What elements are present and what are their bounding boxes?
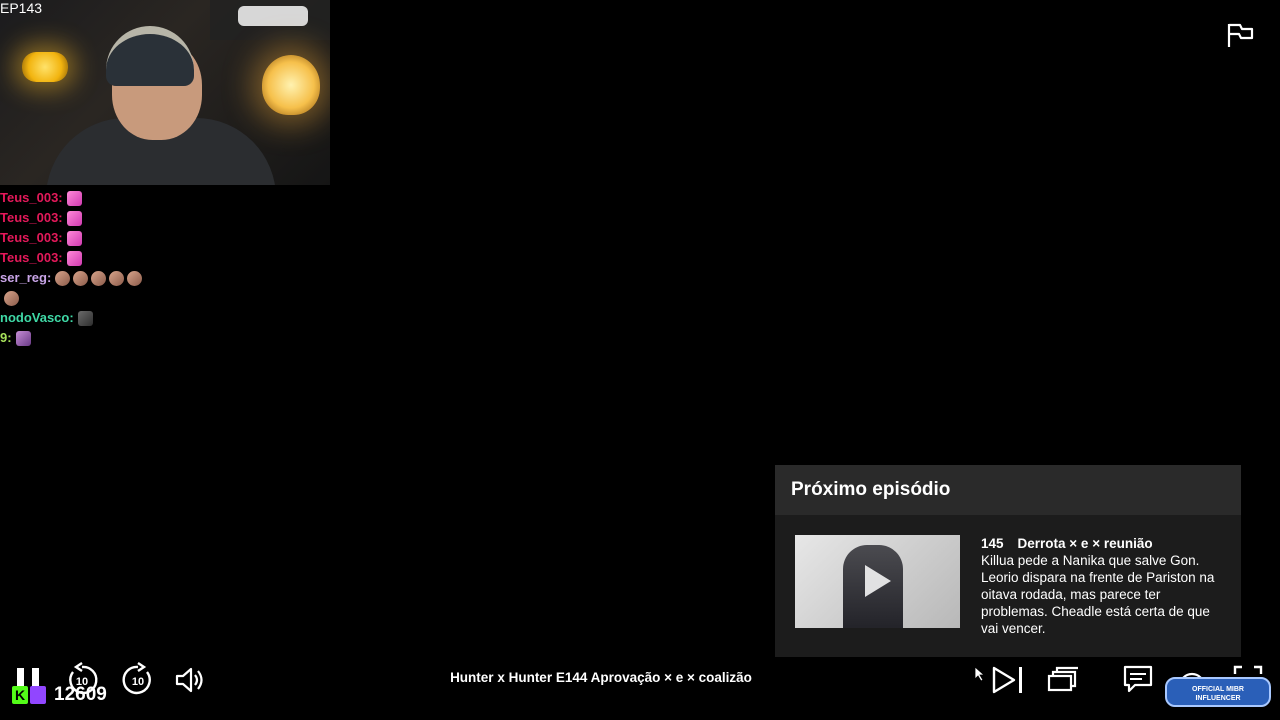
- chat-emote-icon: [73, 270, 89, 286]
- next-episode-info: 145 Derrota × e × reunião Killua pede a N…: [981, 535, 1221, 637]
- viewer-counter: K 12609: [12, 684, 107, 706]
- chat-emote-icon: [127, 270, 143, 286]
- chat-username: Teus_003:: [0, 250, 63, 265]
- chat-message: Teus_003:: [0, 208, 200, 228]
- chat-message: [0, 288, 200, 308]
- episodes-button[interactable]: [1046, 666, 1080, 694]
- webcam-lamp-left: [22, 52, 68, 82]
- chat-overlay: Teus_003: Teus_003: Teus_003: Teus_003: ser_…: [0, 188, 200, 348]
- chat-message: ser_reg:: [0, 268, 200, 288]
- chat-username: Teus_003:: [0, 230, 63, 245]
- mouse-cursor-icon: [974, 666, 986, 682]
- chat-username: ser_reg:: [0, 270, 52, 285]
- play-icon: [865, 565, 891, 597]
- chat-message: Teus_003:: [0, 188, 200, 208]
- webcam-overlay: [0, 0, 330, 185]
- viewer-count: 12609: [54, 684, 107, 705]
- chat-emote-icon: [4, 290, 19, 306]
- streamer-cap: [106, 26, 194, 86]
- next-episode-description: Killua pede a Nanika que salve Gon. Leor…: [981, 553, 1215, 636]
- episode-label-overlay: EP143: [0, 0, 43, 16]
- webcam-toy-car: [238, 6, 308, 26]
- chat-emote-icon: [66, 190, 82, 206]
- badge-line-2: INFLUENCER: [1195, 695, 1241, 702]
- chat-emote-icon: [77, 310, 93, 326]
- chat-emote-icon: [109, 270, 125, 286]
- flag-icon[interactable]: [1226, 22, 1254, 48]
- badge-line-1: OFFICIAL MIBR: [1192, 686, 1244, 693]
- next-episode-title-row: 145 Derrota × e × reunião: [981, 535, 1221, 552]
- next-episode-header: Próximo episódio: [775, 465, 1241, 515]
- chat-username: Teus_003:: [0, 190, 63, 205]
- chat-username: nodoVasco:: [0, 310, 74, 325]
- webcam-lamp-right: [262, 55, 320, 115]
- chat-emote-icon: [15, 330, 31, 346]
- chat-message: 9:: [0, 328, 200, 348]
- kick-icon: K: [12, 686, 28, 704]
- official-influencer-badge: OFFICIAL MIBR INFLUENCER: [1165, 677, 1271, 707]
- chat-emote-icon: [91, 270, 107, 286]
- chat-emote-icon: [66, 210, 82, 226]
- next-episode-title: Derrota × e × reunião: [1017, 536, 1153, 551]
- next-episode-thumbnail[interactable]: [795, 535, 960, 628]
- next-episode-panel[interactable]: Próximo episódio 145 Derrota × e × reuniã…: [775, 465, 1241, 657]
- subtitles-button[interactable]: [1122, 664, 1154, 694]
- chat-username: 9:: [0, 330, 12, 345]
- chat-message: Teus_003:: [0, 228, 200, 248]
- chat-emote-icon: [66, 230, 82, 246]
- chat-emote-icon: [66, 250, 82, 266]
- twitch-icon: [30, 686, 46, 704]
- chat-username: Teus_003:: [0, 210, 63, 225]
- chat-message: nodoVasco:: [0, 308, 200, 328]
- chat-message: Teus_003:: [0, 248, 200, 268]
- chat-emote-icon: [55, 270, 71, 286]
- next-episode-button[interactable]: [990, 664, 1026, 696]
- next-episode-number: 145: [981, 536, 1004, 551]
